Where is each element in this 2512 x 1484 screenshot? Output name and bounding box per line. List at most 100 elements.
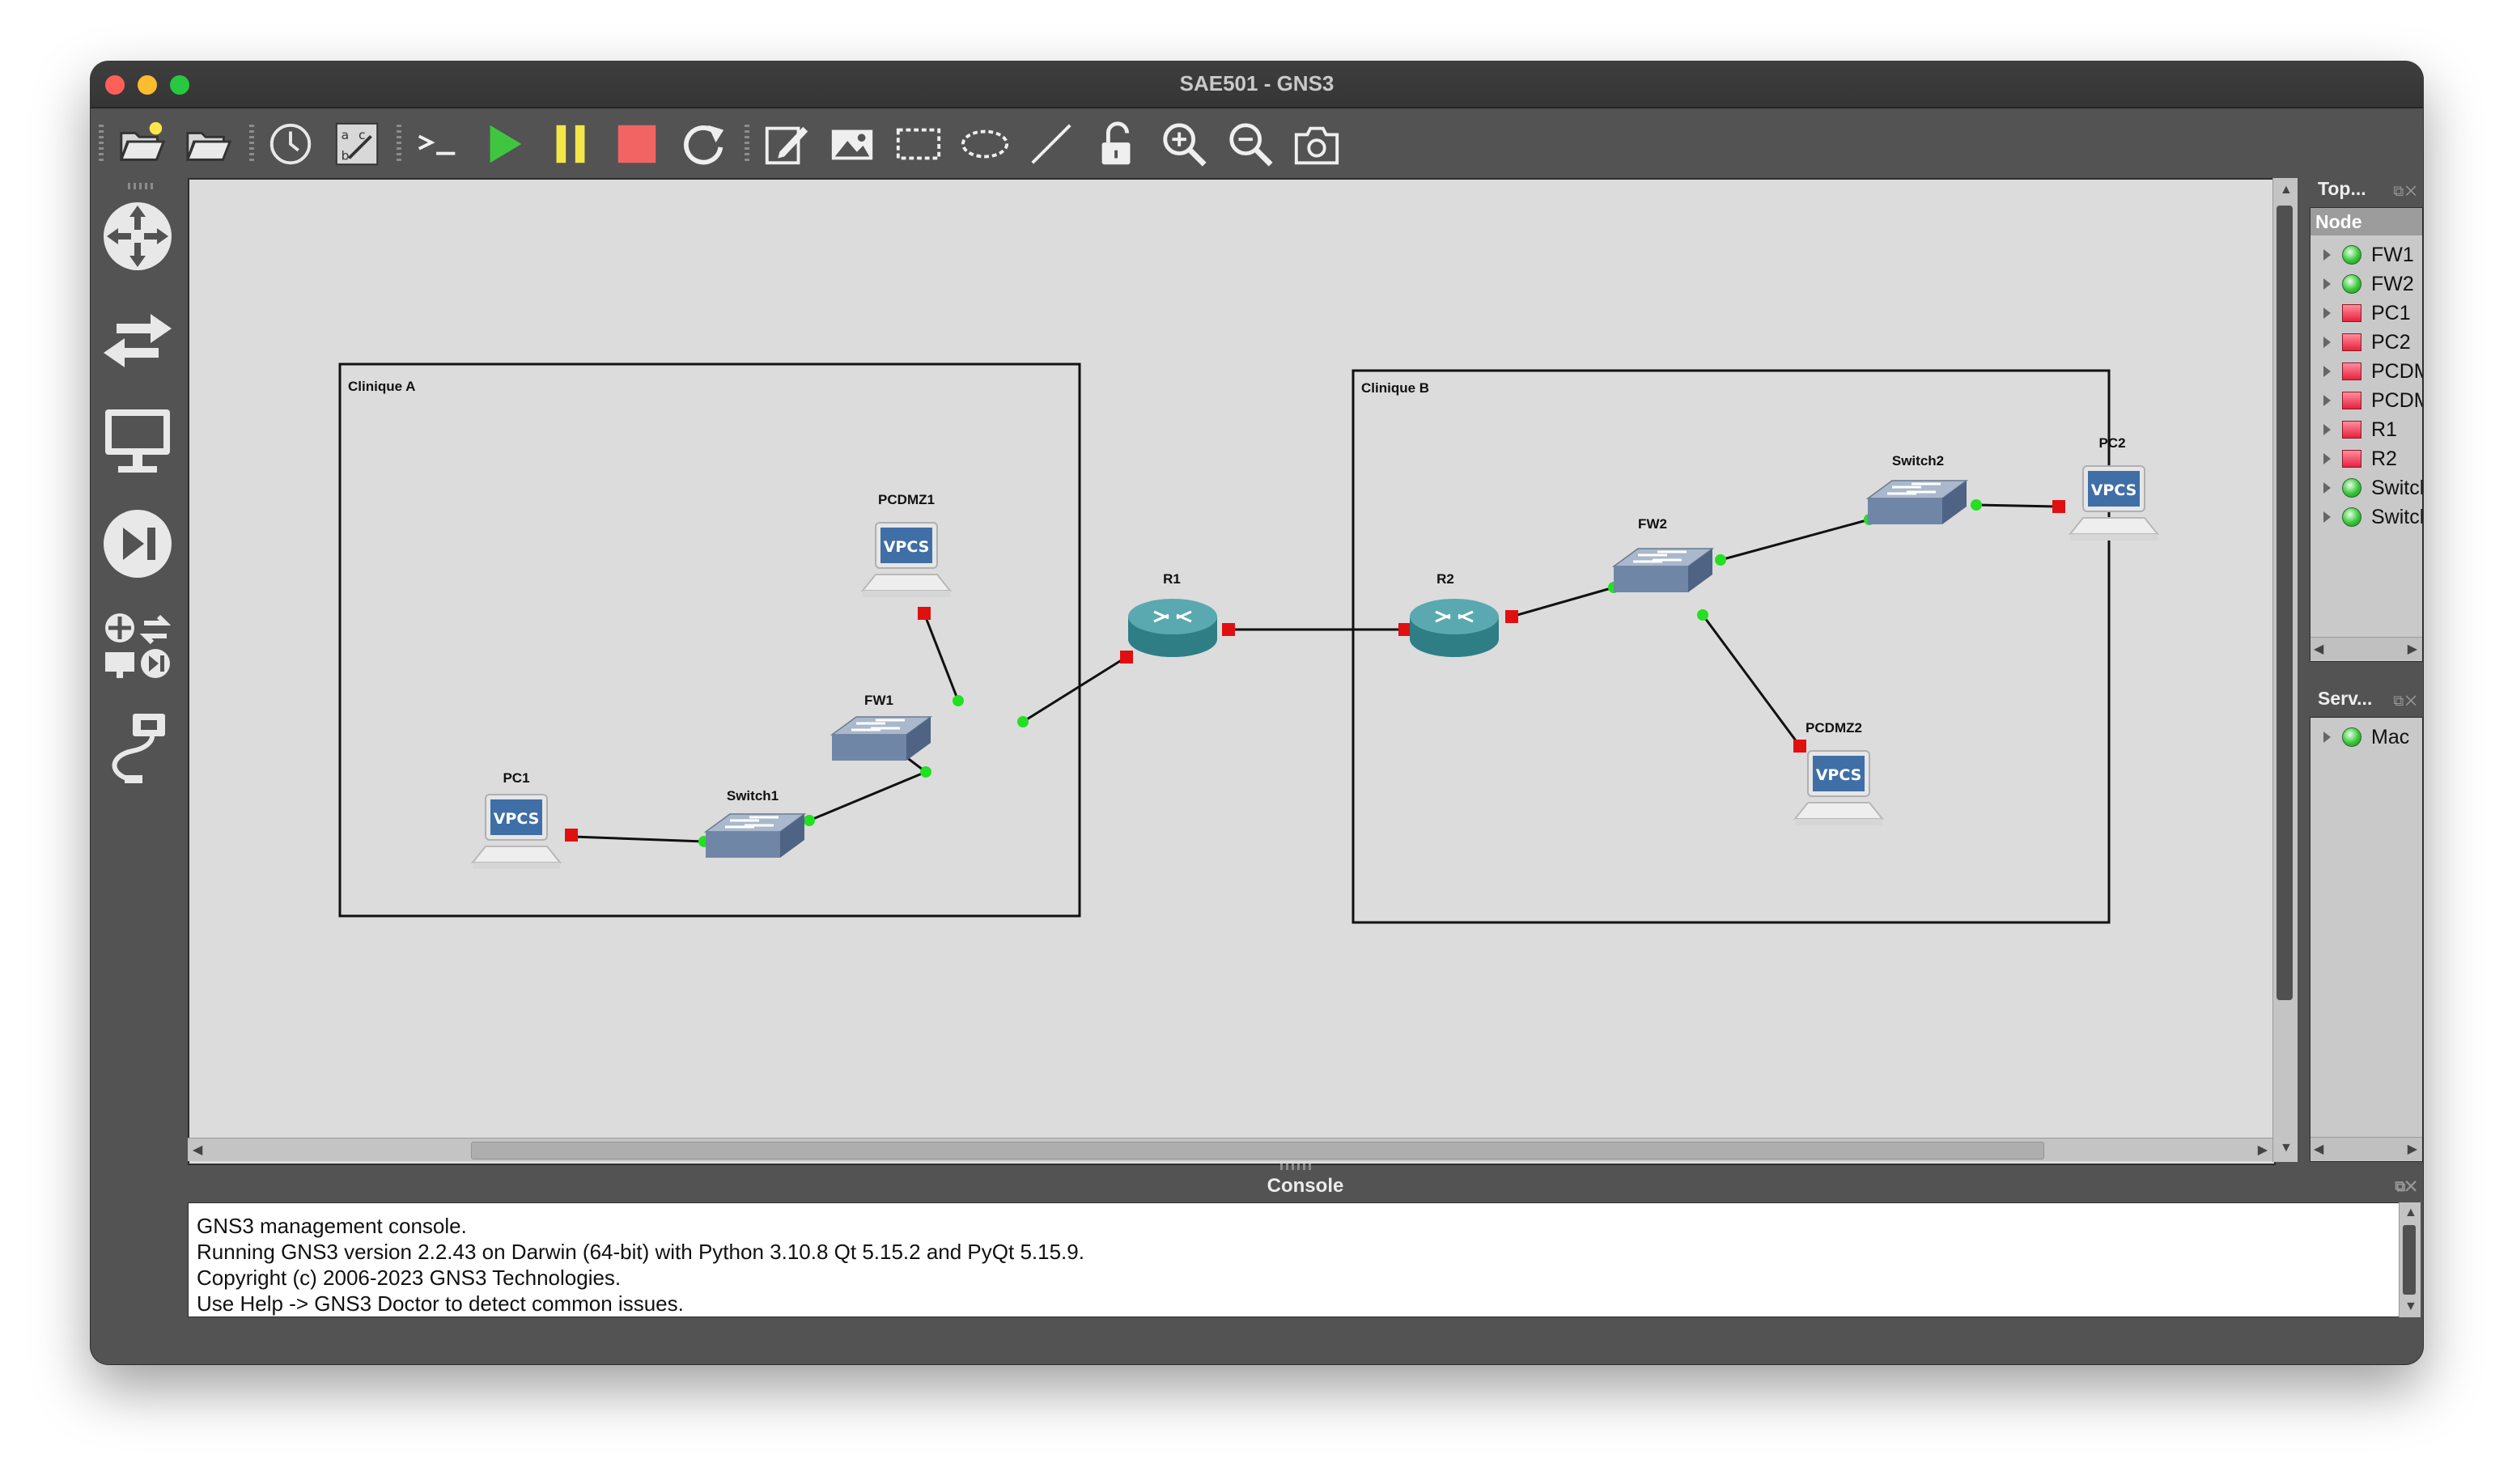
expand-arrow-icon[interactable] <box>2323 395 2331 406</box>
dock-panel-buttons[interactable]: ⧉✕ <box>2393 693 2418 710</box>
canvas-vertical-scrollbar[interactable]: ▲ ▼ <box>2272 178 2298 1162</box>
scroll-down-arrow-icon[interactable]: ▼ <box>2280 1141 2293 1155</box>
link-fw2-switch2[interactable] <box>1720 518 1870 562</box>
browse-switches-button[interactable] <box>99 299 176 377</box>
expand-arrow-icon[interactable] <box>2323 453 2331 464</box>
link-r2-fw2[interactable] <box>1511 586 1615 618</box>
expand-arrow-icon[interactable] <box>2323 731 2331 743</box>
topology-node-row[interactable]: PCDMZ1 <box>2310 357 2422 386</box>
status-stopped-icon <box>2342 363 2361 380</box>
zoom-out-button[interactable] <box>1222 117 1279 172</box>
node-label-switch1: Switch1 <box>726 788 779 803</box>
scroll-up-arrow-icon[interactable]: ▲ <box>2404 1206 2417 1220</box>
console-vertical-scrollbar[interactable]: ▲ ▼ <box>2399 1202 2421 1317</box>
expand-arrow-icon[interactable] <box>2323 366 2331 377</box>
scroll-left-arrow-icon[interactable]: ◀ <box>2314 641 2323 657</box>
add-note-button[interactable] <box>757 117 814 172</box>
expand-arrow-icon[interactable] <box>2323 511 2331 523</box>
node-r1[interactable] <box>1123 594 1222 668</box>
toolbar-grip[interactable] <box>128 183 155 189</box>
scroll-right-arrow-icon[interactable]: ▶ <box>2408 1141 2417 1157</box>
link-switch2-pc2[interactable] <box>1975 503 2060 508</box>
topology-horizontal-scrollbar[interactable]: ◀ ▶ <box>2310 637 2422 660</box>
draw-ellipse-button[interactable] <box>957 117 1013 172</box>
insert-picture-button[interactable] <box>824 117 880 172</box>
expand-arrow-icon[interactable] <box>2323 424 2331 435</box>
splitter-grip[interactable] <box>1280 1164 1313 1170</box>
expand-arrow-icon[interactable] <box>2323 337 2331 348</box>
vertical-scroll-thumb[interactable] <box>2276 206 2293 1000</box>
toolbar-grip[interactable] <box>249 125 254 163</box>
scroll-up-arrow-icon[interactable]: ▲ <box>2280 183 2293 197</box>
lock-unlock-button[interactable] <box>1089 117 1146 172</box>
browse-security-devices-button[interactable] <box>99 505 176 583</box>
link-pc1-switch1[interactable] <box>572 835 705 843</box>
draw-rectangle-button[interactable] <box>890 117 947 172</box>
servers-summary-panel: Mac ◀ ▶ <box>2310 717 2423 1162</box>
console-output[interactable]: GNS3 management console. Running GNS3 ve… <box>188 1202 2407 1317</box>
topology-canvas[interactable]: Clinique A Clinique B VPCS PC1 VPCS PCDM… <box>188 178 2276 1165</box>
node-fw2[interactable] <box>1610 545 1716 606</box>
server-row[interactable]: Mac <box>2310 723 2422 752</box>
topology-node-row[interactable]: FW1 <box>2310 240 2422 269</box>
add-link-button[interactable] <box>99 709 176 787</box>
start-all-button[interactable] <box>476 117 533 172</box>
zoom-in-button[interactable] <box>1156 117 1212 172</box>
link-fw2-pcdmz2[interactable] <box>1701 614 1801 747</box>
add-link-icon <box>112 714 165 783</box>
show-interface-labels-icon: a c b <box>335 122 379 166</box>
scroll-right-arrow-icon[interactable]: ▶ <box>2408 641 2417 657</box>
node-switch2[interactable] <box>1865 477 1970 538</box>
toolbar-grip[interactable] <box>745 125 749 163</box>
open-folder-button[interactable] <box>180 117 236 172</box>
draw-line-button[interactable] <box>1023 117 1080 172</box>
canvas-horizontal-scrollbar[interactable]: ◀ ▶ <box>188 1138 2274 1161</box>
horizontal-scroll-thumb[interactable] <box>471 1142 2044 1160</box>
browse-routers-button[interactable] <box>99 197 176 275</box>
servers-horizontal-scrollbar[interactable]: ◀ ▶ <box>2310 1137 2422 1160</box>
node-switch1[interactable] <box>702 811 808 871</box>
node-pcdmz1[interactable]: VPCS <box>860 519 953 604</box>
topology-node-row[interactable]: PCDMZ2 <box>2310 386 2422 415</box>
topology-node-row[interactable]: Switch1 <box>2310 473 2422 502</box>
open-project-button[interactable] <box>113 117 170 172</box>
reload-all-button[interactable] <box>675 117 732 172</box>
svg-text:b: b <box>342 148 350 163</box>
console-all-button[interactable] <box>409 117 466 172</box>
link-switch1-fw1[interactable] <box>808 770 927 822</box>
expand-arrow-icon[interactable] <box>2323 482 2331 494</box>
node-pc2[interactable]: VPCS <box>2068 463 2160 548</box>
suspend-all-button[interactable] <box>542 117 599 172</box>
scroll-left-arrow-icon[interactable]: ◀ <box>193 1142 202 1158</box>
expand-arrow-icon[interactable] <box>2323 278 2331 290</box>
toolbar-grip[interactable] <box>397 125 401 163</box>
show-interface-labels-button[interactable]: a c b <box>329 117 385 172</box>
topology-node-row[interactable]: FW2 <box>2310 269 2422 299</box>
expand-arrow-icon[interactable] <box>2323 249 2331 261</box>
node-r2[interactable] <box>1405 594 1504 668</box>
browse-end-devices-button[interactable] <box>99 401 176 479</box>
link-pcdmz1-fw1[interactable] <box>923 613 960 702</box>
topology-node-row[interactable]: Switch2 <box>2310 502 2422 532</box>
snapshot-button[interactable] <box>262 117 319 172</box>
screenshot-button[interactable] <box>1288 117 1345 172</box>
toolbar-grip[interactable] <box>99 125 104 163</box>
node-fw1[interactable] <box>829 714 934 774</box>
console-scroll-thumb[interactable] <box>2403 1225 2416 1295</box>
node-pcdmz2[interactable]: VPCS <box>1793 748 1885 833</box>
node-column-header[interactable]: Node <box>2310 208 2422 235</box>
scroll-down-arrow-icon[interactable]: ▼ <box>2404 1300 2417 1314</box>
topology-node-row[interactable]: R1 <box>2310 415 2422 444</box>
topology-node-row[interactable]: R2 <box>2310 444 2422 473</box>
topology-node-row[interactable]: PC1 <box>2310 299 2422 328</box>
browse-all-devices-button[interactable] <box>99 607 176 685</box>
dock-panel-buttons[interactable]: ⧉✕ <box>2395 1172 2417 1201</box>
link-fw1-r1[interactable] <box>1022 655 1127 723</box>
scroll-right-arrow-icon[interactable]: ▶ <box>2258 1142 2268 1158</box>
node-pc1[interactable]: VPCS <box>470 791 562 876</box>
scroll-left-arrow-icon[interactable]: ◀ <box>2314 1141 2323 1157</box>
topology-node-row[interactable]: PC2 <box>2310 328 2422 357</box>
expand-arrow-icon[interactable] <box>2323 307 2331 319</box>
stop-all-button[interactable] <box>609 117 665 172</box>
dock-panel-buttons[interactable]: ⧉✕ <box>2393 183 2418 200</box>
